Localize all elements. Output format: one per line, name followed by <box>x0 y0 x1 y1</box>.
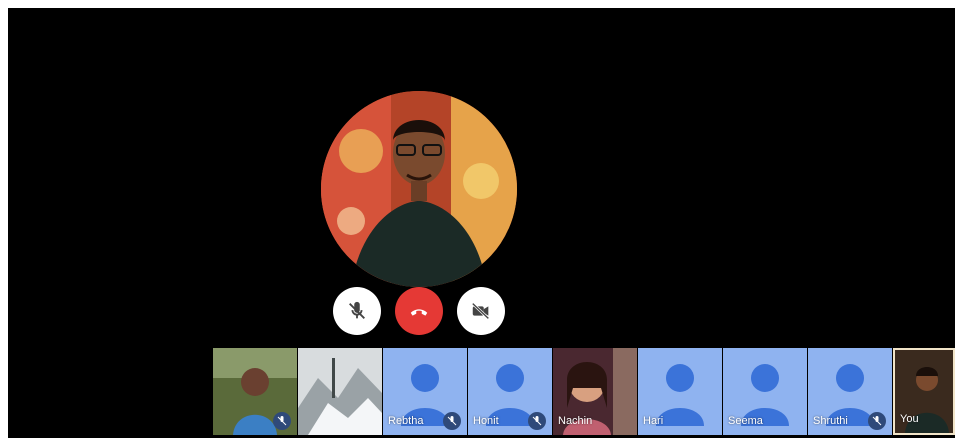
end-call-button[interactable] <box>395 287 443 335</box>
call-controls <box>333 287 505 335</box>
call-stage: Rebtha Honit Nachin Hari Seema Shruthi Y… <box>8 8 955 438</box>
participant-strip: Rebtha Honit Nachin Hari Seema Shruthi Y… <box>213 348 955 435</box>
mic-off-badge <box>528 412 546 430</box>
participant-tile[interactable]: Nachin <box>553 348 637 435</box>
mic-off-badge <box>443 412 461 430</box>
person-icon <box>656 364 704 426</box>
mic-off-badge <box>868 412 886 430</box>
participant-tile[interactable]: Rebtha <box>383 348 467 435</box>
speaker-photo <box>321 91 517 287</box>
participant-name: Rebtha <box>388 415 424 427</box>
camera-button[interactable] <box>457 287 505 335</box>
participant-tile[interactable] <box>298 348 382 435</box>
mic-off-icon <box>349 301 365 319</box>
participant-tile[interactable]: Seema <box>723 348 807 435</box>
mic-off-icon <box>872 416 882 426</box>
participant-tile[interactable]: Shruthi <box>808 348 892 435</box>
self-view-tile[interactable]: You <box>893 348 955 435</box>
video-off-icon <box>471 302 490 320</box>
participant-name: Shruthi <box>813 415 848 427</box>
participant-photo <box>298 348 382 435</box>
mic-off-icon <box>532 416 542 426</box>
main-speaker-avatar <box>321 91 517 287</box>
self-label: You <box>900 413 919 425</box>
participant-name: Nachin <box>558 415 593 427</box>
mic-off-badge <box>273 412 291 430</box>
call-end-icon <box>410 309 428 316</box>
mute-button[interactable] <box>333 287 381 335</box>
participant-tile[interactable]: Honit <box>468 348 552 435</box>
participant-tile[interactable] <box>213 348 297 435</box>
mic-off-icon <box>447 416 457 426</box>
participant-name: Honit <box>473 415 499 427</box>
participant-tile[interactable]: Hari <box>638 348 722 435</box>
mic-off-icon <box>277 416 287 426</box>
participant-name: Seema <box>728 415 763 427</box>
participant-name: Hari <box>643 415 664 427</box>
